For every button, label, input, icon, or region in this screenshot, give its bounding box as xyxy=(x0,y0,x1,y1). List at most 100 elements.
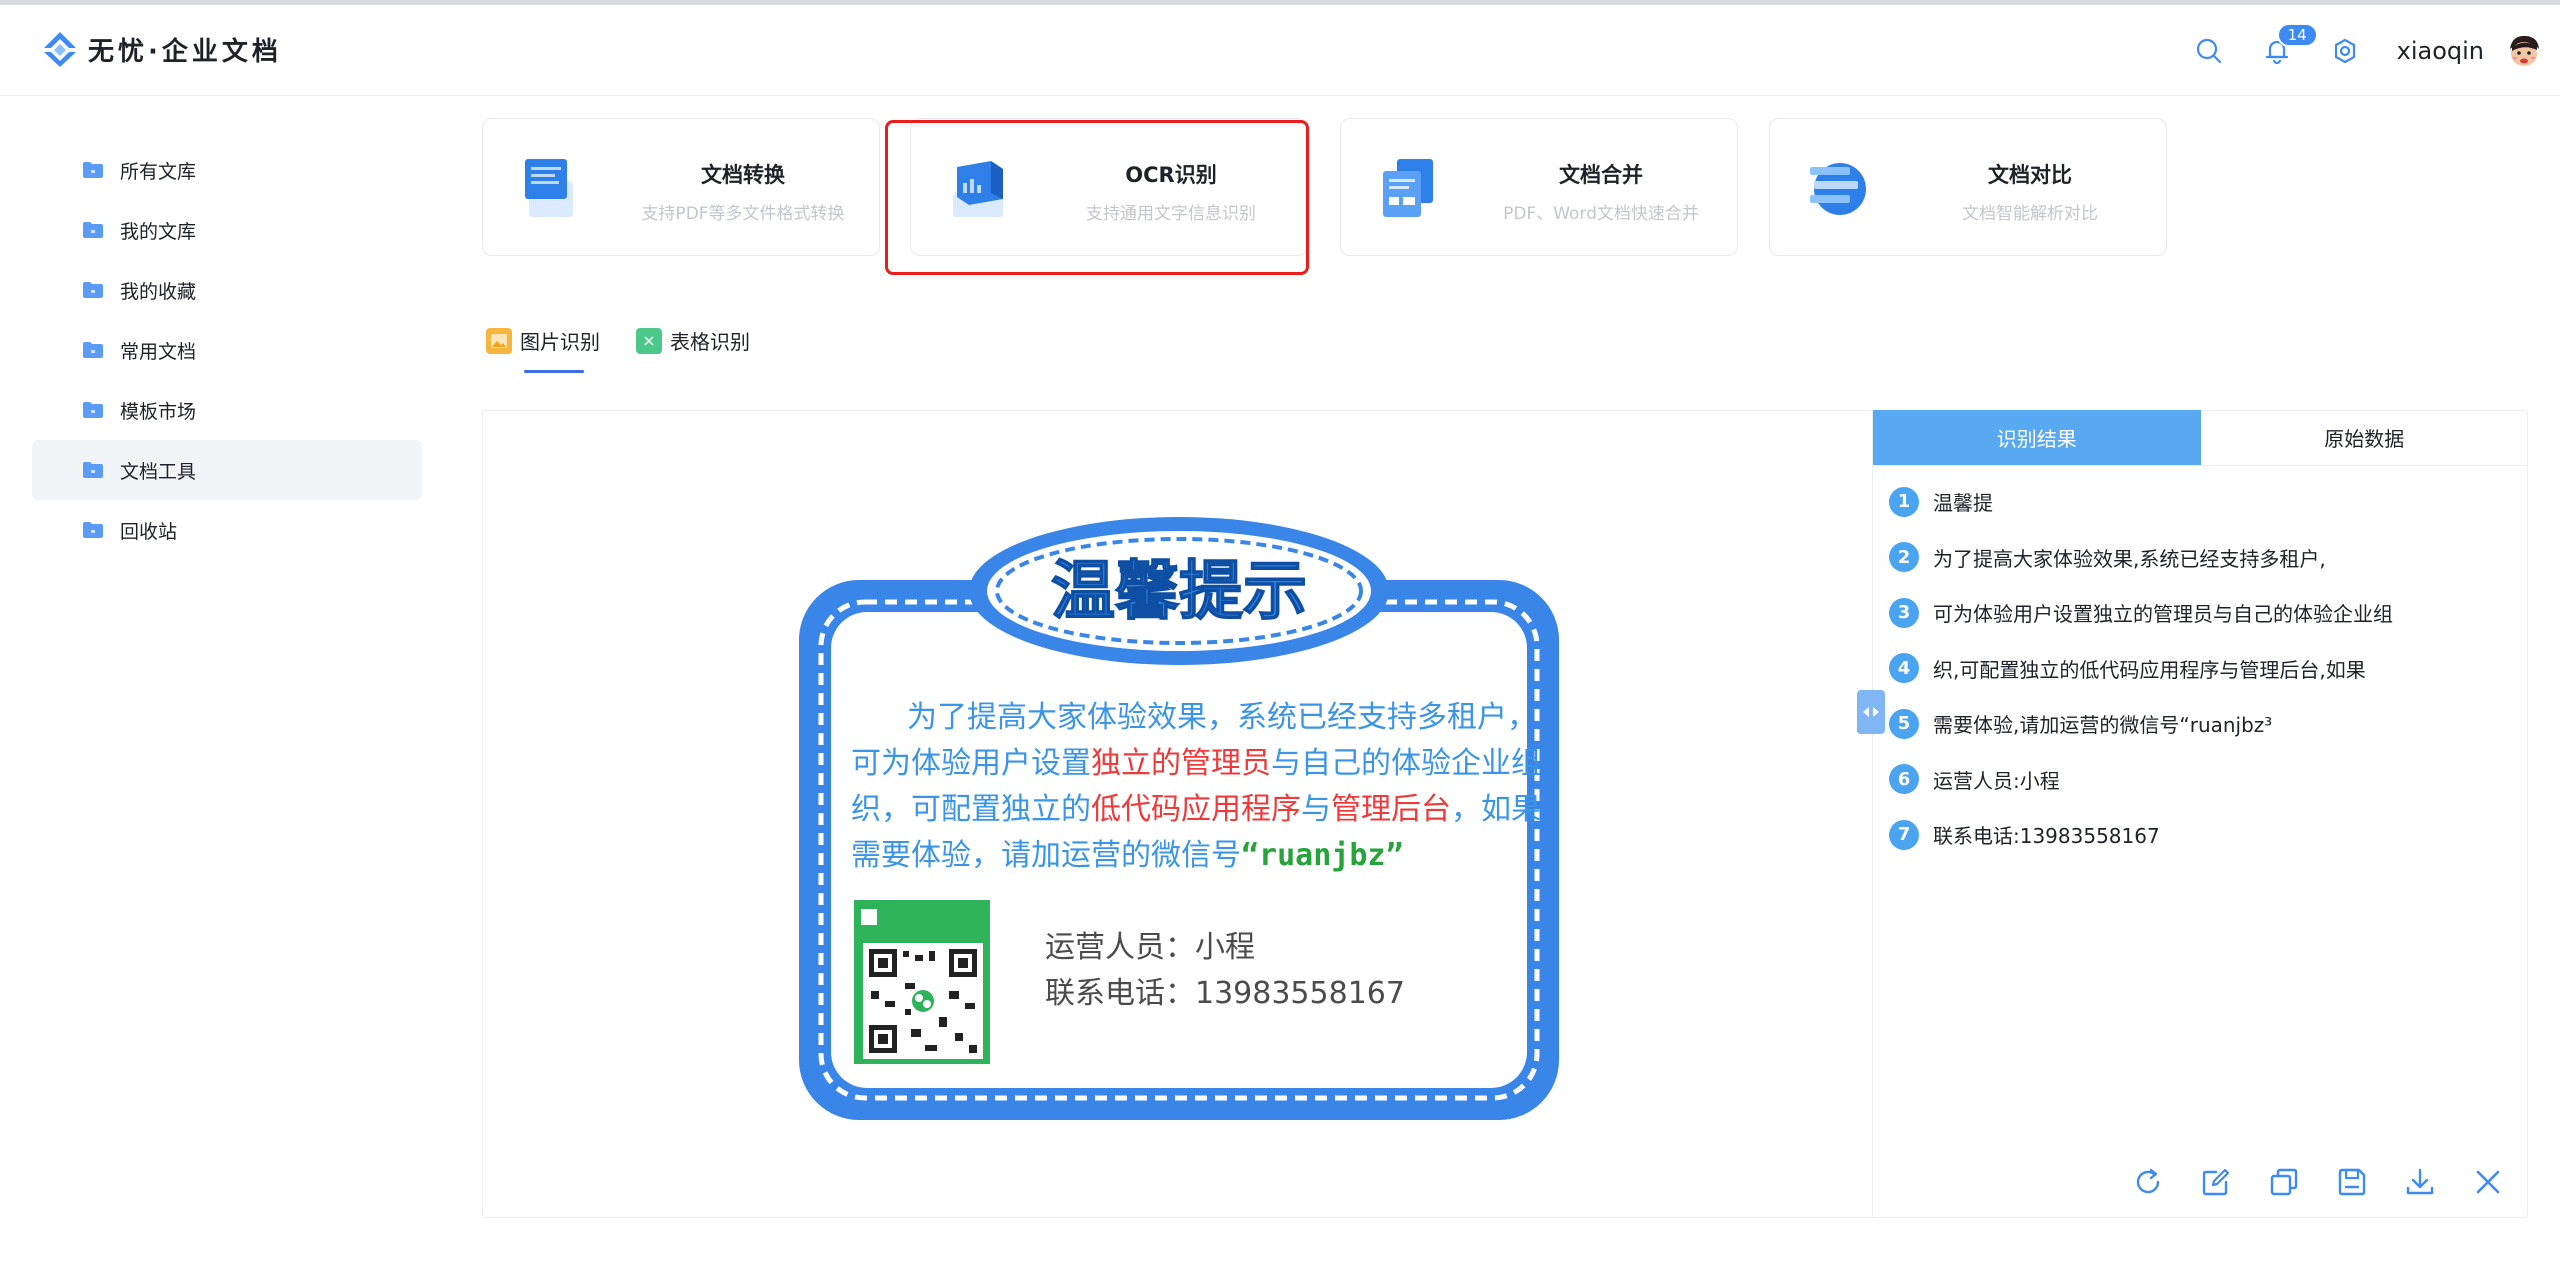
poster-line-4a: 需要体验，请加运营的微信号 xyxy=(851,838,1241,873)
notification-bell-icon[interactable]: 14 xyxy=(2261,23,2318,67)
document-convert-icon xyxy=(525,159,573,217)
sidebar-item-favorites[interactable]: 我的收藏 xyxy=(32,260,422,320)
folder-icon xyxy=(83,462,103,478)
tab-label: 图片识别 xyxy=(520,330,600,354)
wechat-qr-code xyxy=(854,900,990,1064)
result-line: 4 织,可配置独立的低代码应用程序与管理后台,如果 xyxy=(1873,641,2528,697)
tab-raw-data[interactable]: 原始数据 xyxy=(2201,410,2529,465)
copy-icon[interactable] xyxy=(2268,1166,2300,1198)
result-line-text: 织,可配置独立的低代码应用程序与管理后台,如果 xyxy=(1933,657,2366,682)
sidebar-item-frequent-docs[interactable]: 常用文档 xyxy=(32,320,422,380)
sidebar-item-recycle-bin[interactable]: 回收站 xyxy=(32,500,422,560)
resize-handle[interactable] xyxy=(1857,690,1885,734)
tool-card-ocr[interactable]: OCR识别 支持通用文字信息识别 xyxy=(910,118,1308,256)
image-icon xyxy=(486,327,512,354)
svg-text:需要体验，请加运营的微信号“ruanjbz”: 需要体验，请加运营的微信号“ruanjbz” xyxy=(851,838,1404,873)
avatar[interactable] xyxy=(2504,31,2544,71)
folder-icon xyxy=(83,162,103,178)
settings-gear-icon[interactable] xyxy=(2329,35,2361,67)
app-name: 无忧·企业文档 xyxy=(88,36,282,67)
result-line-text: 为了提高大家体验效果,系统已经支持多租户, xyxy=(1933,546,2326,571)
result-line: 7 联系电话:13983558167 xyxy=(1873,807,2528,863)
result-line: 6 运营人员:小程 xyxy=(1873,752,2528,808)
result-line-text: 运营人员:小程 xyxy=(1933,768,2060,793)
result-actions xyxy=(2132,1166,2504,1198)
refresh-icon[interactable] xyxy=(2132,1166,2164,1198)
folder-icon xyxy=(83,222,103,238)
line-number: 4 xyxy=(1889,653,1919,684)
sidebar-nav: 所有文库 我的文库 我的收藏 常用文档 模板市场 文档工具 回收站 xyxy=(32,140,422,560)
document-compare-icon xyxy=(1810,163,1866,215)
tool-card-subtitle: 支持通用文字信息识别 xyxy=(1086,204,1256,224)
top-header: 无忧·企业文档 14 xiaoqin xyxy=(0,0,2560,96)
poster-line-2c: 与自己的体验企业组 xyxy=(1271,746,1541,781)
result-lines: 1 温馨提 2 为了提高大家体验效果,系统已经支持多租户, 3 可为体验用户设置独立的… xyxy=(1873,466,2528,863)
username[interactable]: xiaoqin xyxy=(2397,37,2484,65)
folder-icon xyxy=(83,342,103,358)
close-icon[interactable] xyxy=(2472,1166,2504,1198)
result-line-text: 需要体验,请加运营的微信号“ruanjbz³ xyxy=(1933,713,2273,738)
line-number: 7 xyxy=(1889,819,1919,850)
line-number: 3 xyxy=(1889,597,1919,628)
result-line-text: 可为体验用户设置独立的管理员与自己的体验企业组 xyxy=(1933,602,2393,627)
result-line: 1 温馨提 xyxy=(1873,474,2528,530)
poster-line-3b: 低代码应用程序 xyxy=(1091,792,1301,827)
result-panel: 识别结果 原始数据 1 温馨提 2 为了提高大家体验效果,系统已经支持多租户, 3可… xyxy=(1857,410,2528,1218)
poster-operator: 运营人员：小程 xyxy=(1045,930,1255,965)
sidebar-item-label: 常用文档 xyxy=(120,340,197,363)
tab-recognition-result[interactable]: 识别结果 xyxy=(1873,410,2201,465)
sidebar-item-my-library[interactable]: 我的文库 xyxy=(32,200,422,260)
sidebar-item-template-market[interactable]: 模板市场 xyxy=(32,380,422,440)
poster-line-3d: 管理后台 xyxy=(1331,792,1451,827)
tool-card-subtitle: 文档智能解析对比 xyxy=(1962,204,2098,224)
svg-text:为了提高大家体验效果，系统已经支持多租户，: 为了提高大家体验效果，系统已经支持多租户， xyxy=(907,700,1537,735)
poster-line-2b: 独立的管理员 xyxy=(1091,746,1271,781)
save-icon[interactable] xyxy=(2336,1166,2368,1198)
ocr-mode-tabs: 图片识别 × 表格识别 xyxy=(486,326,750,373)
svg-text:织，可配置独立的低代码应用程序与管理后台，如果: 织，可配置独立的低代码应用程序与管理后台，如果 xyxy=(851,792,1541,827)
tool-card-doc-merge[interactable]: 文档合并 PDF、Word文档快速合并 xyxy=(1340,118,1738,256)
sidebar-item-label: 文档工具 xyxy=(120,460,197,483)
poster-line-1: 为了提高大家体验效果，系统已经支持多租户， xyxy=(907,700,1537,735)
result-line-text: 联系电话:13983558167 xyxy=(1933,824,2160,849)
result-line: 2 为了提高大家体验效果,系统已经支持多租户, xyxy=(1873,530,2528,586)
folder-icon xyxy=(83,522,103,538)
poster-line-3e: ，如果 xyxy=(1451,792,1541,827)
tool-card-doc-convert[interactable]: 文档转换 支持PDF等多文件格式转换 xyxy=(482,118,880,256)
tool-card-subtitle: PDF、Word文档快速合并 xyxy=(1503,204,1699,224)
tab-image-recognition[interactable]: 图片识别 xyxy=(486,326,600,373)
result-line: 3 可为体验用户设置独立的管理员与自己的体验企业组 xyxy=(1873,585,2528,641)
tool-card-doc-compare[interactable]: 文档对比 文档智能解析对比 xyxy=(1769,118,2167,256)
poster-line-2a: 可为体验用户设置 xyxy=(851,746,1091,781)
folder-icon xyxy=(83,402,103,418)
sidebar-item-label: 回收站 xyxy=(120,520,178,543)
tab-label: 表格识别 xyxy=(670,330,750,354)
document-merge-icon xyxy=(1383,159,1433,217)
uploaded-image-preview: 温馨提示 为了提高大家体验效果，系统已经支持多租户， 可为体验用户设置独立的管理… xyxy=(799,517,1559,1120)
tool-card-title: 文档合并 xyxy=(1559,163,1643,187)
sidebar-item-all-libraries[interactable]: 所有文库 xyxy=(32,140,422,200)
logo-icon xyxy=(44,32,76,67)
sidebar-item-label: 所有文库 xyxy=(120,160,197,183)
header-actions: 14 xiaoqin xyxy=(2193,23,2544,73)
search-icon[interactable] xyxy=(2193,35,2225,67)
notification-badge: 14 xyxy=(2276,23,2318,47)
sidebar-item-label: 我的文库 xyxy=(120,220,197,243)
tab-table-recognition[interactable]: × 表格识别 xyxy=(636,326,750,355)
app-logo[interactable]: 无忧·企业文档 xyxy=(40,29,282,69)
download-icon[interactable] xyxy=(2404,1166,2436,1198)
ocr-icon xyxy=(953,161,1003,217)
folder-icon xyxy=(83,282,103,298)
edit-icon[interactable] xyxy=(2200,1166,2232,1198)
table-icon: × xyxy=(636,327,662,354)
sidebar-item-label: 模板市场 xyxy=(120,400,197,423)
sidebar-item-label: 我的收藏 xyxy=(120,280,197,303)
line-number: 6 xyxy=(1889,764,1919,795)
result-tabs: 识别结果 原始数据 xyxy=(1873,410,2528,466)
sidebar-item-doc-tools[interactable]: 文档工具 xyxy=(32,440,422,500)
poster-line-3c: 与 xyxy=(1301,792,1331,827)
line-number: 1 xyxy=(1889,486,1919,517)
poster-banner-title: 温馨提示 xyxy=(1051,555,1307,629)
line-number: 2 xyxy=(1889,542,1919,573)
line-number: 5 xyxy=(1889,708,1919,739)
